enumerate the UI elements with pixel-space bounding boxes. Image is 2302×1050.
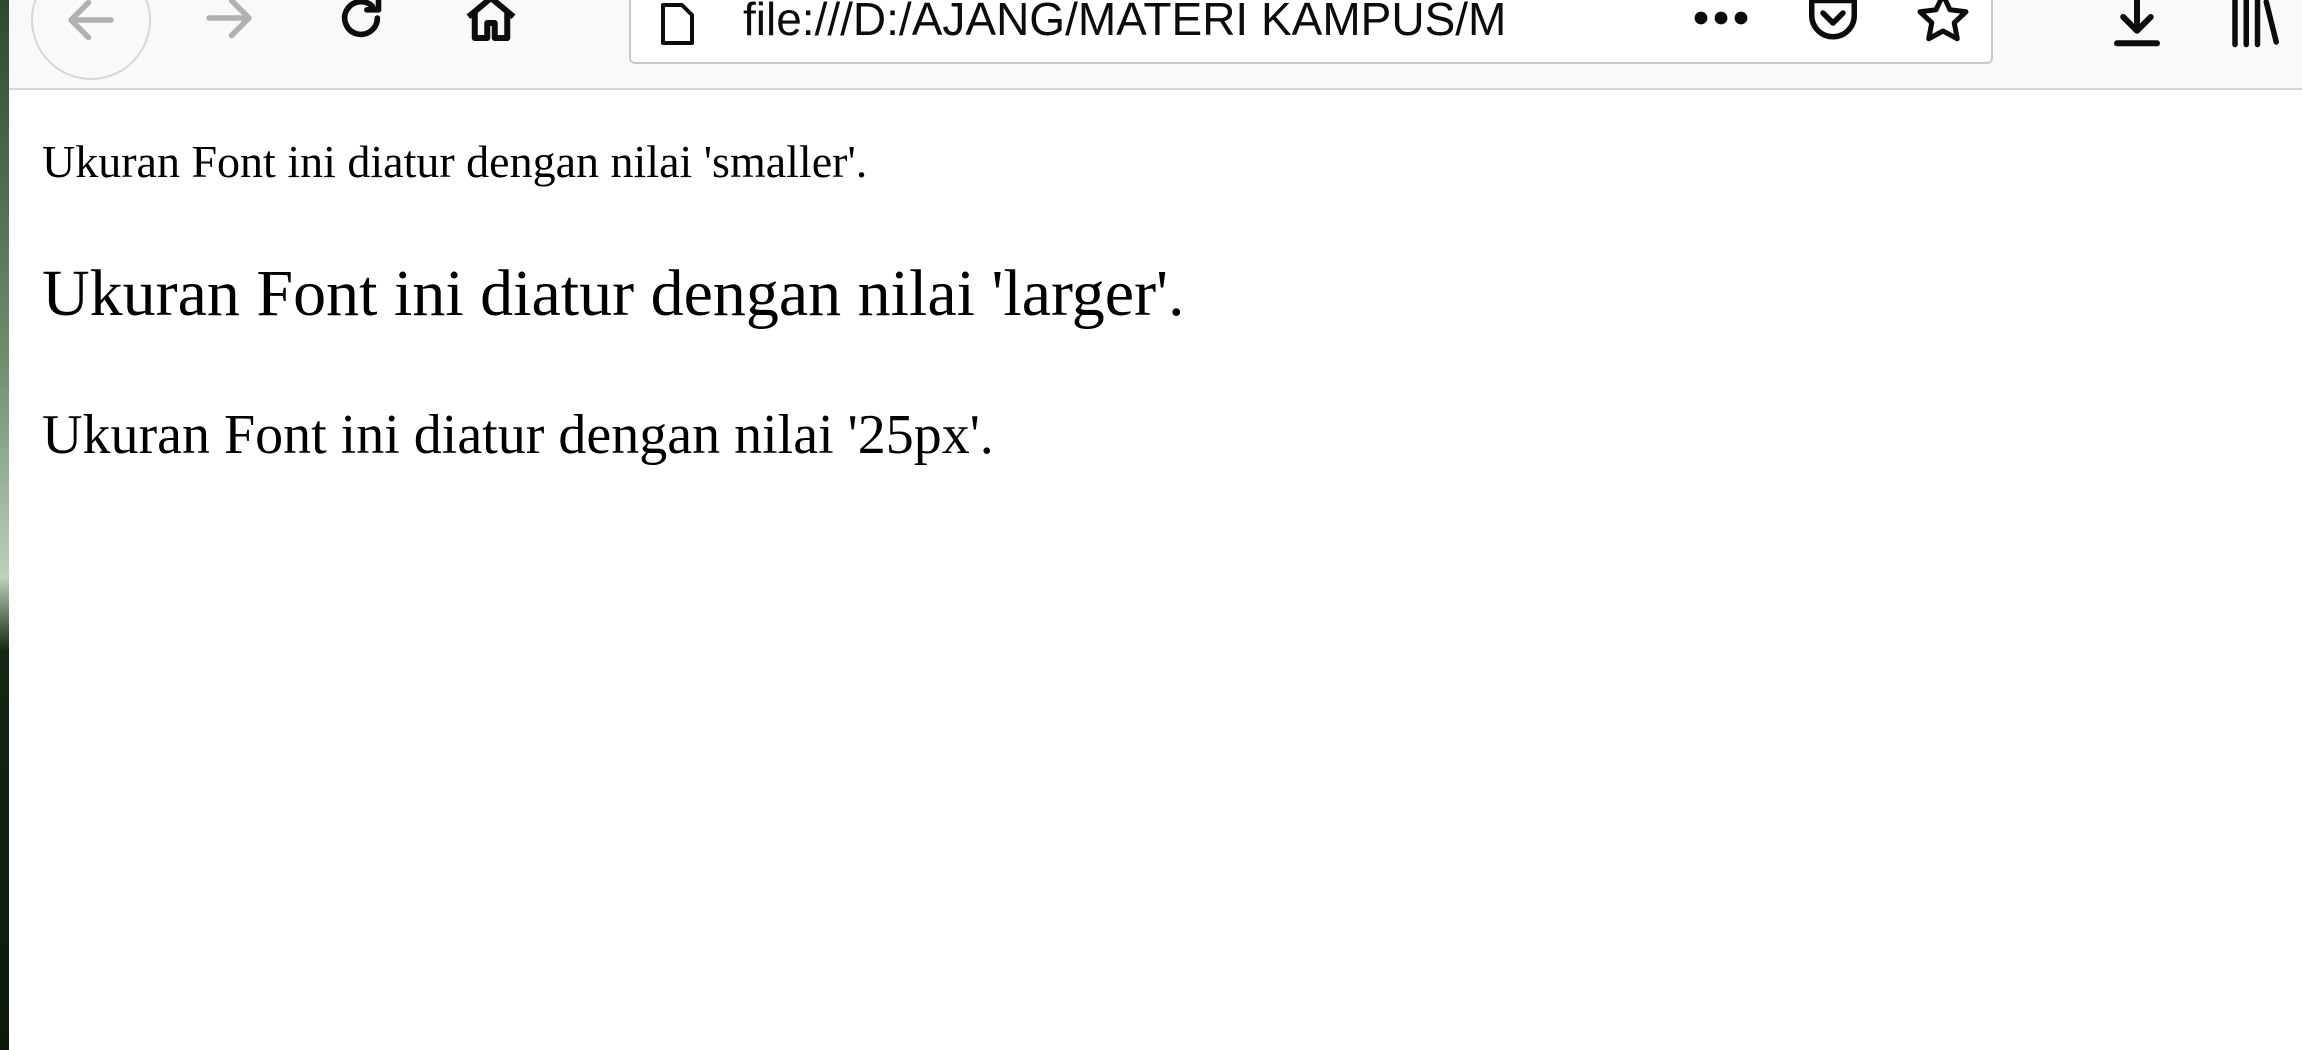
forward-button[interactable] <box>171 0 287 76</box>
pocket-icon <box>1809 0 1857 40</box>
bookmark-star-button[interactable] <box>1905 0 1981 56</box>
home-icon <box>466 0 516 41</box>
library-icon <box>2232 0 2279 48</box>
library-button[interactable] <box>2215 0 2295 62</box>
home-button[interactable] <box>433 0 549 76</box>
page-icon <box>661 3 694 45</box>
window-edge <box>0 0 9 1050</box>
arrow-left-icon <box>68 0 114 41</box>
downloads-button[interactable] <box>2097 0 2177 62</box>
pocket-button[interactable] <box>1795 0 1871 56</box>
reload-button[interactable] <box>303 0 419 76</box>
download-icon <box>2114 0 2160 47</box>
browser-window: file:///D:/AJANG/MATERI KAMPUS/M Ukuran … <box>0 0 2302 1050</box>
address-bar[interactable]: file:///D:/AJANG/MATERI KAMPUS/M <box>629 0 1993 64</box>
arrow-right-icon <box>206 0 252 39</box>
star-icon <box>1917 0 1969 42</box>
more-dots-icon <box>1694 11 1748 25</box>
page-content: Ukuran Font ini diatur dengan nilai 'sma… <box>42 88 2282 468</box>
url-text[interactable]: file:///D:/AJANG/MATERI KAMPUS/M <box>743 0 1783 44</box>
paragraph-25px: Ukuran Font ini diatur dengan nilai '25p… <box>42 404 994 466</box>
back-button[interactable] <box>31 0 151 80</box>
browser-toolbar: file:///D:/AJANG/MATERI KAMPUS/M <box>9 0 2302 90</box>
reload-icon <box>341 0 382 38</box>
paragraph-larger: Ukuran Font ini diatur dengan nilai 'lar… <box>42 257 1185 330</box>
page-actions-button[interactable] <box>1683 0 1759 56</box>
paragraph-smaller: Ukuran Font ini diatur dengan nilai 'sma… <box>42 136 868 187</box>
